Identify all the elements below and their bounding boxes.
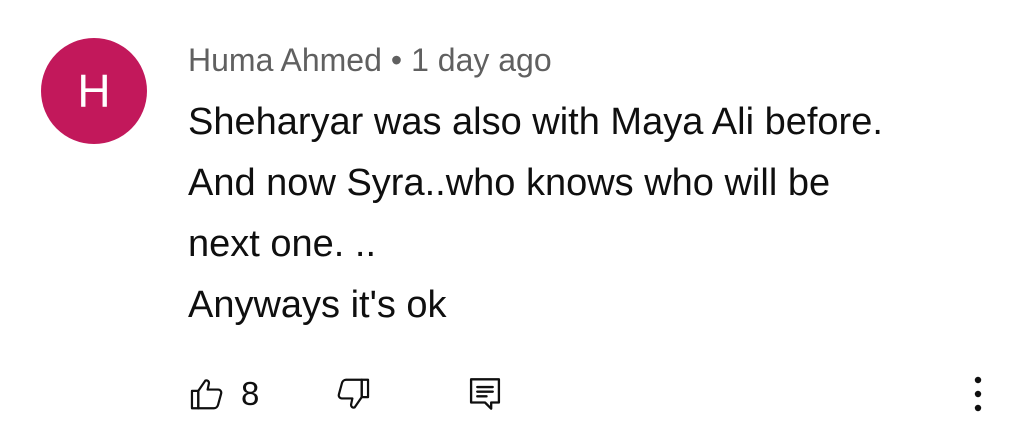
comment-card: H Huma Ahmed • 1 day ago Sheharyar was a…: [0, 0, 1024, 434]
like-count: 8: [241, 375, 260, 412]
more-options-button[interactable]: [960, 372, 996, 416]
reply-comment-icon: [468, 375, 502, 413]
thumbs-up-icon: [188, 375, 226, 413]
comment-actions: 8: [0, 0, 1024, 434]
like-button[interactable]: 8: [188, 374, 259, 414]
reply-button[interactable]: [468, 374, 504, 414]
dislike-button[interactable]: [334, 374, 374, 414]
more-vertical-icon: [972, 375, 984, 413]
thumbs-down-icon: [334, 375, 372, 413]
